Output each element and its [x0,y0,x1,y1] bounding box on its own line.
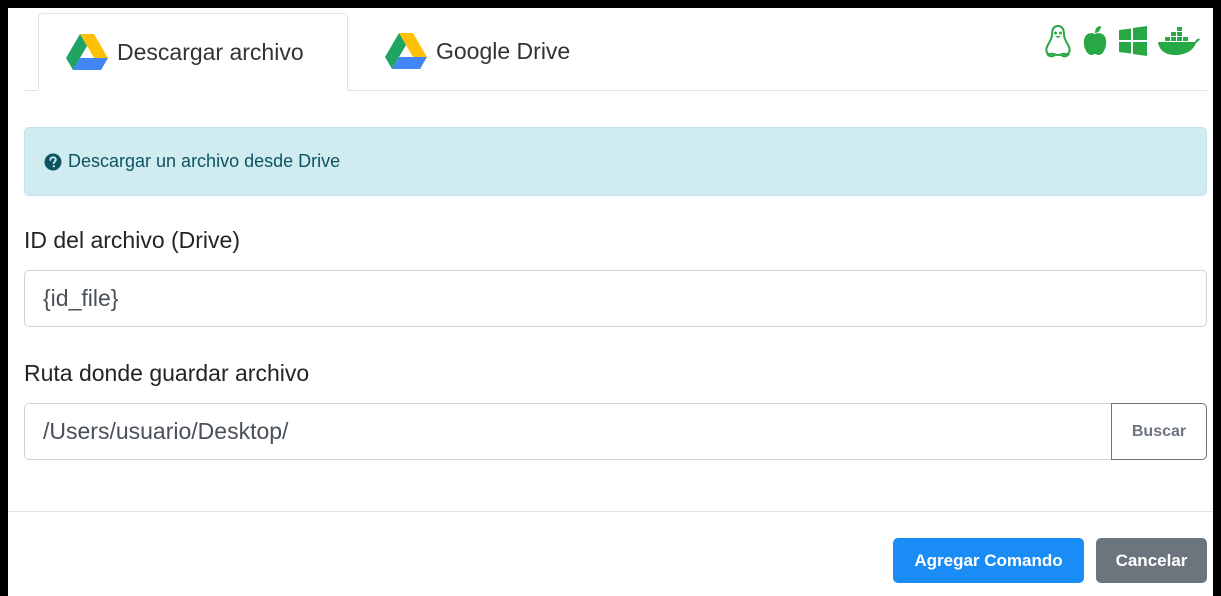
agregar-comando-button[interactable]: Agregar Comando [893,538,1084,583]
tab-label: Google Drive [436,37,571,64]
id-file-input[interactable]: {id_file} [24,270,1207,327]
tab-descargar-archivo[interactable]: Descargar archivo [38,13,348,91]
ruta-field-label: Ruta donde guardar archivo [24,360,310,386]
docker-icon [1158,27,1200,55]
buscar-button[interactable]: Buscar [1111,403,1207,460]
google-drive-icon [385,33,427,69]
id-field-label: ID del archivo (Drive) [24,227,240,253]
ruta-input[interactable]: /Users/usuario/Desktop/ [24,403,1112,460]
alert-text: Descargar un archivo desde Drive [68,151,341,171]
apple-icon [1083,26,1107,55]
info-alert: Descargar un archivo desde Drive [24,127,1207,196]
footer-divider [8,511,1213,512]
cancelar-button[interactable]: Cancelar [1096,538,1207,583]
windows-icon [1119,26,1147,56]
tab-google-drive[interactable]: Google Drive [374,13,604,89]
tab-label: Descargar archivo [117,38,304,65]
os-icons [1043,24,1201,58]
question-circle-icon [44,153,62,170]
modal: Descargar archivo Google Drive Descargar… [8,8,1213,596]
tab-bar: Descargar archivo Google Drive [24,8,1207,91]
google-drive-icon [66,34,108,70]
linux-icon [1045,24,1071,58]
